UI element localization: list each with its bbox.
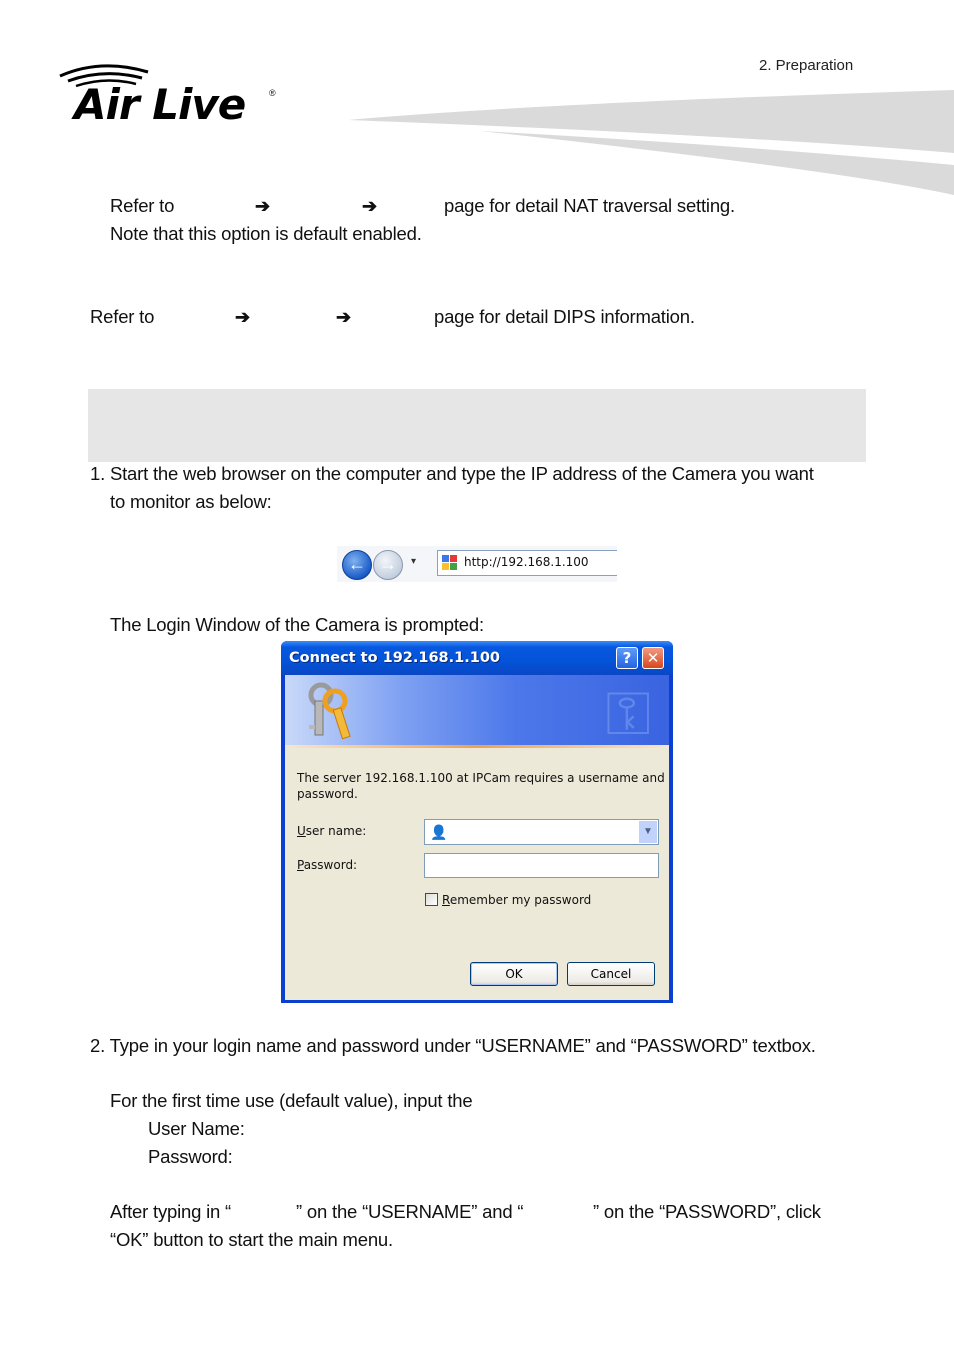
back-button[interactable]: ← [342,550,372,580]
close-button[interactable]: ✕ [642,647,664,669]
registered-mark: ® [269,88,276,98]
arrow-icon: ➔ [255,196,270,216]
logo-wordmark: Air Live [74,80,246,129]
header-swoosh-decoration [348,90,954,195]
dialog-body: The server 192.168.1.100 at IPCam requir… [285,748,669,1000]
dips-refer-text: Refer to [90,306,155,327]
nat-refer-line: Refer to ➔ ➔ page for detail NAT travers… [110,192,735,220]
chapter-heading: 2. Preparation [759,57,854,74]
site-favicon-icon [442,555,457,570]
login-prompt-text: The Login Window of the Camera is prompt… [110,614,484,635]
user-icon: 👤 [430,824,448,840]
chevron-down-icon[interactable]: ▼ [639,821,657,843]
nat-default-note: Note that this option is default enabled… [110,223,422,244]
dialog-message-cont: password. [297,787,358,801]
default-password-label: Password: [148,1146,233,1167]
nat-refer-text: Refer to [110,195,175,216]
url-text: http://192.168.1.100 [464,555,589,569]
step2-text: 2. Type in your login name and password … [90,1035,816,1056]
dialog-title: Connect to 192.168.1.100 [289,650,501,666]
first-time-text: For the first time use (default value), … [110,1090,473,1111]
remember-password-label[interactable]: Remember my password [442,892,591,908]
after-typing-part3: ” on the “PASSWORD”, click [593,1201,821,1222]
remember-password-checkbox[interactable] [425,893,438,906]
keys-icon [308,682,351,740]
default-username-label: User Name: [148,1118,245,1139]
history-dropdown-icon[interactable]: ▾ [411,556,416,567]
step1-text-cont: to monitor as below: [110,491,272,512]
arrow-icon: ➔ [362,196,377,216]
url-input[interactable]: http://192.168.1.100 [437,550,617,576]
dialog-banner: ⚿ [285,675,669,749]
section-heading-band [88,389,866,462]
after-typing-line2: “OK” button to start the main menu. [110,1229,393,1250]
password-label: Password: [297,857,357,873]
after-typing-line: After typing in “ ” on the “USERNAME” an… [110,1198,821,1226]
password-accesskey: P [297,858,304,872]
cancel-button[interactable]: Cancel [567,962,655,986]
username-label: User name: [297,823,366,839]
password-input[interactable] [424,853,659,878]
browser-address-bar: ← → ▾ http://192.168.1.100 [337,546,617,582]
nat-refer-tail: page for detail NAT traversal setting. [444,195,735,216]
help-button[interactable]: ? [616,647,638,669]
dialog-message: The server 192.168.1.100 at IPCam requir… [297,771,665,785]
after-typing-part1: After typing in “ [110,1201,232,1222]
after-typing-part2: ” on the “USERNAME” and “ [296,1201,524,1222]
ok-button[interactable]: OK [470,962,558,986]
step1-text: 1. Start the web browser on the computer… [90,463,814,484]
dips-refer-tail: page for detail DIPS information. [434,306,695,327]
arrow-icon: ➔ [336,307,351,327]
username-label-text: ser name: [305,824,367,838]
dialog-titlebar[interactable]: Connect to 192.168.1.100 ? ✕ [281,641,673,675]
remember-label-text: emember my password [449,893,592,907]
username-accesskey: U [297,824,306,838]
forward-arrow-icon: → [379,554,397,574]
password-label-text: assword: [303,858,358,872]
forward-button[interactable]: → [373,550,403,580]
username-combobox[interactable]: 👤 ▼ [424,819,659,845]
dips-refer-line: Refer to ➔ ➔ page for detail DIPS inform… [90,303,695,331]
banner-watermark-keys-icon: ⚿ [605,679,651,749]
back-arrow-icon: ← [348,554,366,574]
login-dialog: Connect to 192.168.1.100 ? ✕ ⚿ The serve… [281,641,673,1003]
arrow-icon: ➔ [235,307,250,327]
remember-accesskey: R [442,893,450,907]
airlive-logo: Air Live ® [56,62,286,130]
